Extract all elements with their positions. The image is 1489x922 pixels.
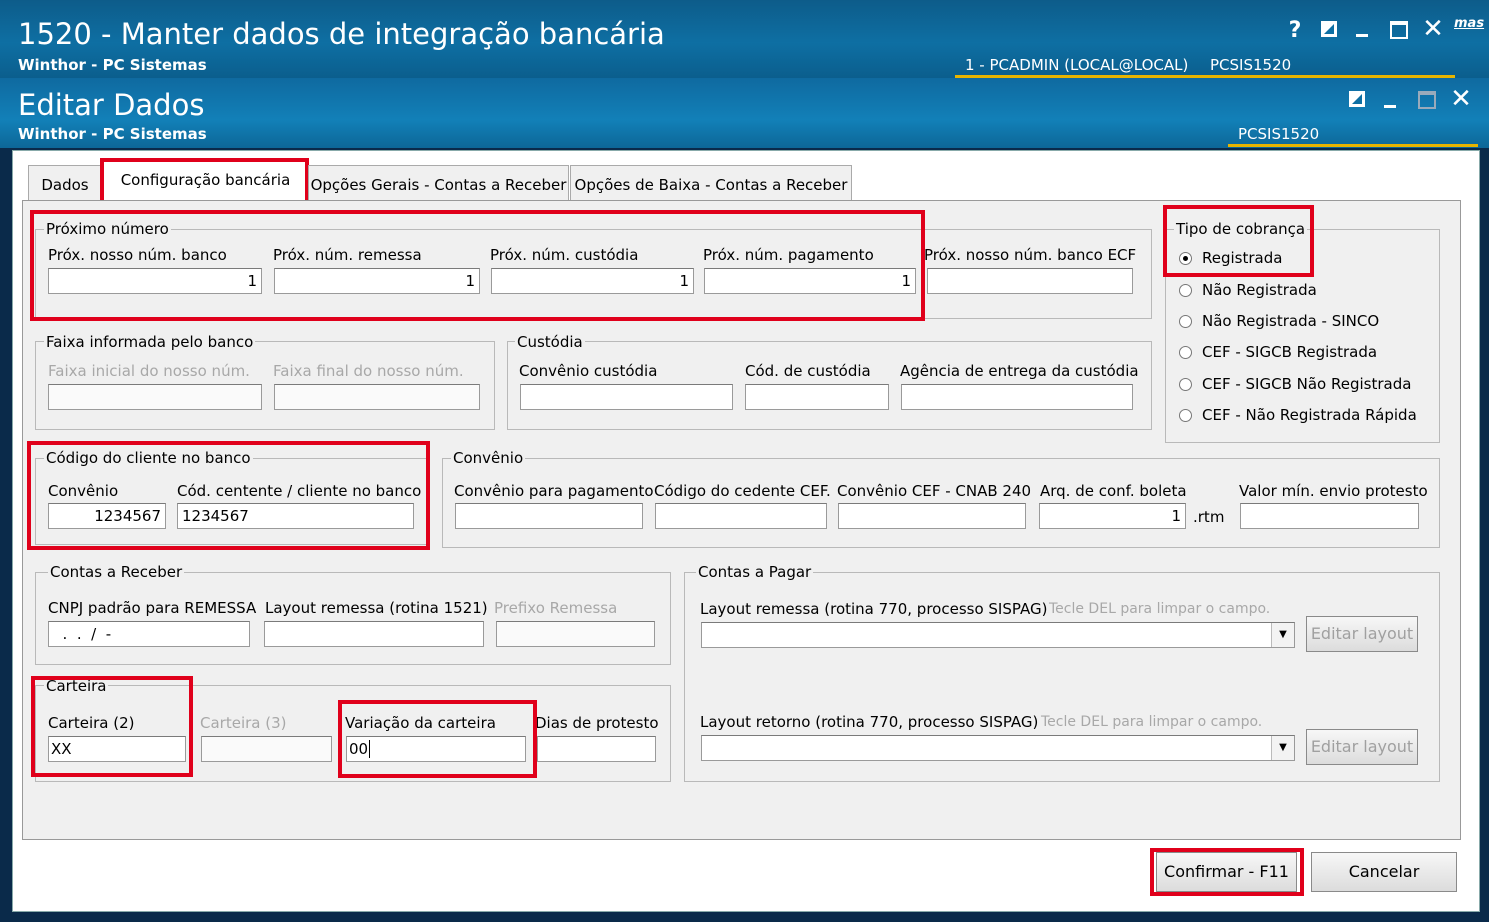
- custodia-title: Custódia: [515, 333, 585, 351]
- layout-remessa-pagar-label: Layout remessa (rotina 770, processo SIS…: [700, 600, 1048, 618]
- radio-cef-nao-registrada-rapida-label[interactable]: CEF - Não Registrada Rápida: [1202, 406, 1417, 424]
- dialog-minimize-icon[interactable]: [1384, 105, 1396, 108]
- dialog-title: Editar Dados: [18, 88, 205, 122]
- carteira3-input: [201, 736, 332, 762]
- radio-cef-sigcb-registrada[interactable]: [1179, 346, 1192, 359]
- convenio-pagamento-label: Convênio para pagamento: [454, 482, 654, 500]
- radio-cef-sigcb-nao-registrada[interactable]: [1179, 378, 1192, 391]
- prefixo-label: Prefixo Remessa: [494, 599, 618, 617]
- arq-ext-label: .rtm: [1193, 508, 1225, 526]
- layout-remessa-label: Layout remessa (rotina 1521): [265, 599, 488, 617]
- cedente-cef-input[interactable]: [655, 503, 827, 529]
- radio-cef-sigcb-nao-registrada-label[interactable]: CEF - SIGCB Não Registrada: [1202, 375, 1411, 393]
- dropdown-arrow-icon[interactable]: ▼: [1271, 736, 1294, 760]
- radio-nao-registrada-sinco-label[interactable]: Não Registrada - SINCO: [1202, 312, 1379, 330]
- cancel-button[interactable]: Cancelar: [1311, 852, 1457, 892]
- cnab-label: Convênio CEF - CNAB 240: [837, 482, 1032, 500]
- tab-dados[interactable]: Dados: [28, 165, 102, 202]
- arq-conf-input[interactable]: 1: [1039, 503, 1186, 529]
- dialog-subtitle: Winthor - PC Sistemas: [18, 125, 207, 143]
- convenio-custodia-label: Convênio custódia: [519, 362, 658, 380]
- main-window-title: 1520 - Manter dados de integração bancár…: [18, 17, 665, 51]
- convenio-custodia-input[interactable]: [520, 384, 733, 410]
- main-titlebar: 1520 - Manter dados de integração bancár…: [0, 0, 1489, 78]
- layout-remessa-pagar-select[interactable]: ▼: [701, 622, 1295, 648]
- minimize-icon[interactable]: [1356, 34, 1368, 37]
- remessa-hint: Tecle DEL para limpar o campo.: [1049, 601, 1271, 617]
- agencia-custodia-label: Agência de entrega da custódia: [900, 362, 1139, 380]
- faixa-inicial-label: Faixa inicial do nosso núm.: [48, 362, 250, 380]
- contas-receber-title: Contas a Receber: [48, 563, 185, 581]
- dialog-maximize-icon: [1418, 91, 1436, 109]
- user-info: 1 - PCADMIN (LOCAL@LOCAL): [965, 56, 1189, 74]
- dropdown-arrow-icon[interactable]: ▼: [1271, 623, 1294, 647]
- arq-conf-label: Arq. de conf. boleta: [1040, 482, 1187, 500]
- highlight-tipo-cobranca: [1163, 205, 1314, 277]
- dialog-close-icon[interactable]: ✕: [1446, 84, 1476, 114]
- retorno-hint: Tecle DEL para limpar o campo.: [1041, 714, 1263, 730]
- dialog-titlebar: Editar Dados Winthor - PC Sistemas PCSIS…: [0, 78, 1489, 148]
- highlight-confirm: [1150, 848, 1304, 896]
- cod-custodia-label: Cód. de custódia: [745, 362, 871, 380]
- maximize-icon[interactable]: [1390, 21, 1408, 39]
- faixa-final-input: [274, 384, 480, 410]
- highlight-variacao: [338, 700, 537, 778]
- highlight-proximo-numero: [30, 210, 925, 321]
- help-icon[interactable]: ?: [1280, 18, 1310, 43]
- tab-opcoes-baixa[interactable]: Opções de Baixa - Contas a Receber: [570, 165, 852, 202]
- carteira3-label: Carteira (3): [200, 714, 287, 732]
- valor-min-label: Valor mín. envio protesto: [1239, 482, 1428, 500]
- prox-ecf-input[interactable]: [927, 268, 1133, 294]
- highlight-carteira: [31, 676, 193, 777]
- faixa-title: Faixa informada pelo banco: [44, 333, 256, 351]
- edit-layout-retorno-button[interactable]: Editar layout: [1306, 729, 1418, 765]
- cnpj-label: CNPJ padrão para REMESSA: [48, 599, 257, 617]
- dialog-routine-code: PCSIS1520: [1238, 125, 1320, 143]
- radio-nao-registrada[interactable]: [1179, 284, 1192, 297]
- dialog-accent-line: [1228, 144, 1478, 147]
- faixa-final-label: Faixa final do nosso núm.: [273, 362, 464, 380]
- cedente-cef-label: Código do cedente CEF.: [654, 482, 831, 500]
- contas-pagar-title: Contas a Pagar: [696, 563, 814, 581]
- convenio-pagamento-input[interactable]: [455, 503, 643, 529]
- radio-nao-registrada-sinco[interactable]: [1179, 315, 1192, 328]
- cod-custodia-input[interactable]: [745, 384, 889, 410]
- valor-min-input[interactable]: [1240, 503, 1419, 529]
- edit-icon[interactable]: [1321, 21, 1337, 37]
- main-window-subtitle: Winthor - PC Sistemas: [18, 56, 207, 74]
- close-icon[interactable]: ✕: [1418, 14, 1448, 44]
- cnab-input[interactable]: [838, 503, 1026, 529]
- tab-opcoes-gerais[interactable]: Opções Gerais - Contas a Receber: [308, 165, 569, 202]
- prox-ecf-label: Próx. nosso núm. banco ECF: [924, 246, 1137, 264]
- agencia-custodia-input[interactable]: [901, 384, 1133, 410]
- layout-retorno-select[interactable]: ▼: [701, 735, 1295, 761]
- dias-protesto-label: Dias de protesto: [535, 714, 659, 732]
- layout-remessa-input[interactable]: [264, 621, 484, 647]
- highlight-codigo-cliente: [27, 441, 430, 550]
- layout-retorno-label: Layout retorno (rotina 770, processo SIS…: [700, 713, 1039, 731]
- radio-cef-sigcb-registrada-label[interactable]: CEF - SIGCB Registrada: [1202, 343, 1377, 361]
- routine-code: PCSIS1520: [1210, 56, 1292, 74]
- dias-protesto-input[interactable]: [537, 736, 656, 762]
- faixa-inicial-input: [48, 384, 262, 410]
- convenio-title: Convênio: [451, 449, 526, 467]
- radio-nao-registrada-label[interactable]: Não Registrada: [1202, 281, 1317, 299]
- radio-cef-nao-registrada-rapida[interactable]: [1179, 409, 1192, 422]
- corner-brand-text: mas: [1454, 16, 1485, 31]
- cnpj-input[interactable]: . . / -: [48, 621, 250, 647]
- edit-layout-remessa-button[interactable]: Editar layout: [1306, 616, 1418, 652]
- dialog-edit-icon[interactable]: [1349, 91, 1365, 107]
- prefixo-input: [496, 621, 655, 647]
- contas-receber-group: [35, 572, 671, 665]
